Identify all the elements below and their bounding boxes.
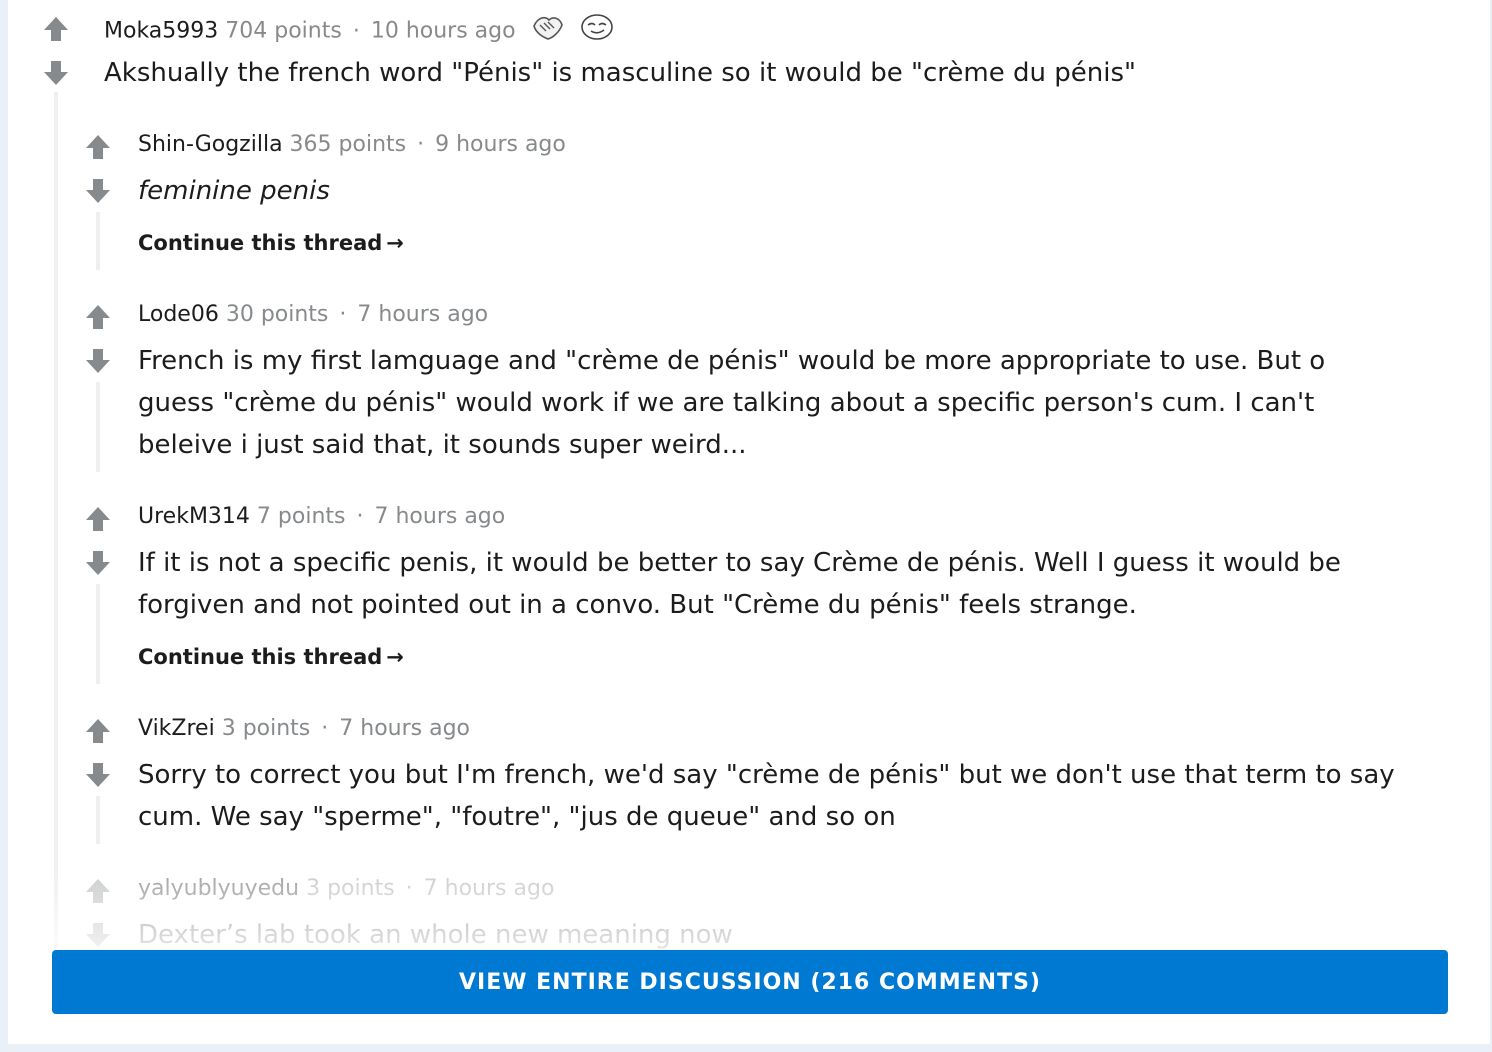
downvote-arrow-icon[interactable]: [83, 920, 113, 950]
comment-points: 3 points: [306, 876, 395, 901]
meta-separator: ·: [417, 132, 425, 157]
upvote-arrow-icon[interactable]: [83, 302, 113, 332]
comment-timestamp[interactable]: 7 hours ago: [339, 716, 470, 741]
thread-line[interactable]: [96, 212, 100, 270]
meta-separator: ·: [321, 716, 329, 741]
comment-points: 30 points: [225, 302, 329, 327]
upvote-arrow-icon[interactable]: [83, 876, 113, 906]
thread-line[interactable]: [96, 796, 100, 844]
comment-timestamp[interactable]: 7 hours ago: [374, 504, 505, 529]
comment-author[interactable]: Lode06: [138, 302, 219, 327]
continue-thread-label: Continue this thread: [138, 645, 383, 669]
upvote-arrow-icon[interactable]: [83, 504, 113, 534]
comment-author[interactable]: VikZrei: [138, 716, 215, 741]
vote-column: [83, 504, 113, 584]
downvote-arrow-icon[interactable]: [83, 176, 113, 206]
comment-author[interactable]: Moka5993: [104, 19, 218, 44]
arrow-right-icon: →: [386, 645, 404, 669]
comment-points: 704 points: [225, 18, 342, 44]
continue-thread-link[interactable]: Continue this thread →: [138, 642, 404, 672]
comment-body: Akshually the french word "Pénis" is mas…: [104, 58, 1136, 88]
comment-body: French is my first lamguage and "crème d…: [138, 346, 1326, 460]
vote-column: [41, 14, 71, 94]
comment-author[interactable]: Shin-Gogzilla: [138, 132, 283, 157]
vote-column: [83, 302, 113, 382]
comment-timestamp[interactable]: 7 hours ago: [424, 876, 555, 901]
continue-thread-link[interactable]: Continue this thread →: [138, 228, 404, 258]
comment-timestamp[interactable]: 10 hours ago: [371, 19, 516, 44]
comment-meta: Moka5993 704 points · 10 hours ago: [104, 12, 622, 51]
comment-meta: yalyublyuyedu 3 points · 7 hours ago: [138, 874, 554, 904]
comment-meta: Shin-Gogzilla 365 points · 9 hours ago: [138, 130, 566, 160]
continue-thread-label: Continue this thread: [138, 231, 383, 255]
arrow-right-icon: →: [386, 231, 404, 255]
thread-line[interactable]: [96, 584, 100, 684]
upvote-arrow-icon[interactable]: [83, 132, 113, 162]
comment-author[interactable]: UrekM314: [138, 504, 250, 529]
thread-line-root[interactable]: [54, 92, 58, 952]
comment-points: 7 points: [256, 504, 346, 529]
comment-embed-card: Moka5993 704 points · 10 hours ago Akshu…: [8, 0, 1490, 1044]
meta-separator: ·: [339, 302, 347, 327]
awards: [531, 12, 622, 51]
vote-column: [83, 132, 113, 212]
comment-body: Sorry to correct you but I'm french, we'…: [138, 760, 1395, 832]
vote-column: [83, 716, 113, 796]
comment-points: 3 points: [221, 716, 311, 741]
meta-separator: ·: [352, 18, 360, 44]
comment-body: If it is not a specific penis, it would …: [138, 548, 1341, 620]
award-handshake-icon[interactable]: [531, 12, 565, 51]
view-entire-discussion-button[interactable]: VIEW ENTIRE DISCUSSION (216 COMMENTS): [52, 950, 1448, 1014]
downvote-arrow-icon[interactable]: [41, 58, 71, 88]
meta-separator: ·: [356, 504, 364, 529]
award-face-icon[interactable]: [580, 12, 614, 51]
thread-line[interactable]: [96, 382, 100, 472]
comment-meta: VikZrei 3 points · 7 hours ago: [138, 714, 470, 744]
comment-meta: Lode06 30 points · 7 hours ago: [138, 300, 488, 330]
vote-column: [83, 876, 113, 956]
downvote-arrow-icon[interactable]: [83, 548, 113, 578]
meta-separator: ·: [405, 876, 413, 901]
upvote-arrow-icon[interactable]: [83, 716, 113, 746]
downvote-arrow-icon[interactable]: [83, 346, 113, 376]
downvote-arrow-icon[interactable]: [83, 760, 113, 790]
upvote-arrow-icon[interactable]: [41, 14, 71, 44]
comment-points: 365 points: [289, 132, 407, 157]
comment-timestamp[interactable]: 7 hours ago: [357, 302, 488, 327]
comment-author[interactable]: yalyublyuyedu: [138, 876, 299, 901]
comment-meta: UrekM314 7 points · 7 hours ago: [138, 502, 505, 532]
comment-body: feminine penis: [138, 176, 330, 206]
comment-timestamp[interactable]: 9 hours ago: [435, 132, 566, 157]
